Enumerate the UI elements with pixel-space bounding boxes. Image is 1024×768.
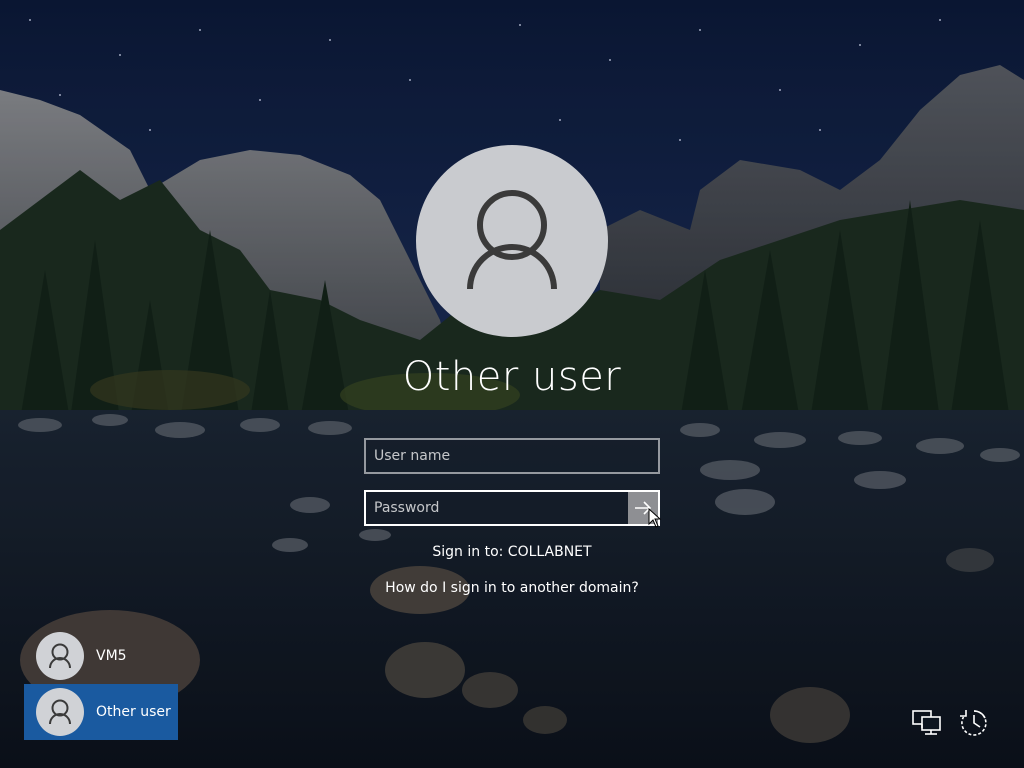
lock-screen: Other user Sign in to: COLLABNET How do … <box>0 0 1024 768</box>
user-tile-avatar <box>36 632 84 680</box>
user-tile-vm5[interactable]: VM5 <box>24 628 178 684</box>
username-input[interactable] <box>374 440 624 472</box>
password-field[interactable] <box>364 490 660 526</box>
ease-of-access-icon[interactable] <box>957 706 991 740</box>
user-tile-label: VM5 <box>96 648 127 664</box>
user-avatar-large <box>416 145 608 337</box>
user-title: Other user <box>402 354 622 400</box>
user-tile-label: Other user <box>96 704 171 720</box>
mouse-cursor-icon <box>648 508 662 528</box>
username-field[interactable] <box>364 438 660 474</box>
person-icon <box>49 643 71 669</box>
sign-in-domain-text: Sign in to: COLLABNET <box>432 544 592 560</box>
user-tile-avatar <box>36 688 84 736</box>
user-tile-other-user[interactable]: Other user <box>24 684 178 740</box>
person-icon <box>467 190 557 290</box>
password-input[interactable] <box>374 492 624 524</box>
another-domain-help-link[interactable]: How do I sign in to another domain? <box>312 580 712 596</box>
network-icon[interactable] <box>910 706 944 740</box>
person-icon <box>49 699 71 725</box>
